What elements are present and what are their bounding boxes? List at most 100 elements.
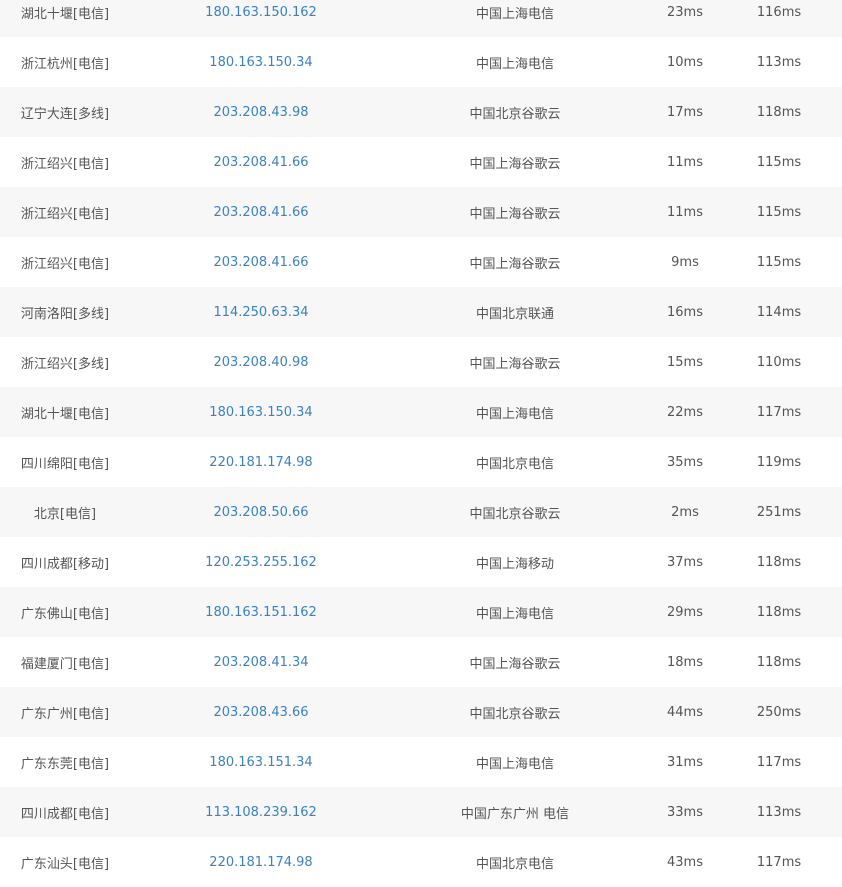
table-row: 浙江绍兴[电信] 203.208.41.66 中国上海谷歌云 9ms 115ms <box>0 237 842 287</box>
table-row: 福建厦门[电信] 203.208.41.34 中国上海谷歌云 18ms 118m… <box>0 637 842 687</box>
response-time: 29ms <box>667 604 703 620</box>
table-row: 广东汕头[电信] 220.181.174.98 中国北京电信 43ms 117m… <box>0 837 842 887</box>
table-row: 河南洛阳[多线] 114.250.63.34 中国北京联通 16ms 114ms <box>0 287 842 337</box>
monitor-location: 四川成都[移动] <box>20 556 110 572</box>
monitor-location: 辽宁大连[多线] <box>20 106 110 122</box>
resolved-ip-link[interactable]: 220.181.174.98 <box>130 855 392 870</box>
table-row: 浙江杭州[电信] 180.163.150.34 中国上海电信 10ms 113m… <box>0 37 842 87</box>
monitor-location: 湖北十堰[电信] <box>20 406 110 422</box>
total-time: 117ms <box>756 404 802 420</box>
table-row: 广东佛山[电信] 180.163.151.162 中国上海电信 29ms 118… <box>0 587 842 637</box>
response-time: 23ms <box>667 4 703 20</box>
response-time: 17ms <box>667 104 703 120</box>
monitor-location: 浙江绍兴[多线] <box>20 356 110 372</box>
resolved-ip-link[interactable]: 220.181.174.98 <box>130 455 392 470</box>
ip-location: 中国上海谷歌云 <box>469 256 561 272</box>
response-time: 16ms <box>667 304 703 320</box>
resolved-ip-link[interactable]: 203.208.40.98 <box>130 355 392 370</box>
resolved-ip-link[interactable]: 203.208.50.66 <box>130 505 392 520</box>
resolved-ip-link[interactable]: 120.253.255.162 <box>130 555 392 570</box>
total-time: 118ms <box>756 654 802 670</box>
resolved-ip-link[interactable]: 180.163.150.34 <box>130 55 392 70</box>
table-row: 浙江绍兴[电信] 203.208.41.66 中国上海谷歌云 11ms 115m… <box>0 137 842 187</box>
total-time: 115ms <box>756 154 802 170</box>
response-time: 43ms <box>667 854 703 870</box>
response-time: 37ms <box>667 554 703 570</box>
resolved-ip-link[interactable]: 113.108.239.162 <box>130 805 392 820</box>
ip-location: 中国上海电信 <box>475 406 554 422</box>
monitor-location: 浙江绍兴[电信] <box>20 156 110 172</box>
ip-location: 中国上海谷歌云 <box>469 356 561 372</box>
monitor-location: 北京[电信] <box>33 506 97 522</box>
response-time: 22ms <box>667 404 703 420</box>
resolved-ip-link[interactable]: 203.208.41.34 <box>130 655 392 670</box>
table-row: 广东广州[电信] 203.208.43.66 中国北京谷歌云 44ms 250m… <box>0 687 842 737</box>
total-time: 118ms <box>756 604 802 620</box>
table-row: 北京[电信] 203.208.50.66 中国北京谷歌云 2ms 251ms <box>0 487 842 537</box>
ip-location: 中国上海电信 <box>475 6 554 22</box>
ip-location: 中国北京电信 <box>475 856 554 872</box>
ip-location: 中国上海谷歌云 <box>469 156 561 172</box>
total-time: 114ms <box>756 304 802 320</box>
ip-location: 中国广东广州 电信 <box>460 806 570 822</box>
resolved-ip-link[interactable]: 180.163.150.34 <box>130 405 392 420</box>
monitor-location: 河南洛阳[多线] <box>20 306 110 322</box>
table-row: 辽宁大连[多线] 203.208.43.98 中国北京谷歌云 17ms 118m… <box>0 87 842 137</box>
resolved-ip-link[interactable]: 180.163.151.162 <box>130 605 392 620</box>
ip-location: 中国上海电信 <box>475 606 554 622</box>
resolved-ip-link[interactable]: 203.208.41.66 <box>130 255 392 270</box>
ip-location: 中国上海移动 <box>475 556 554 572</box>
response-time: 33ms <box>667 804 703 820</box>
monitor-location: 湖北十堰[电信] <box>20 6 110 22</box>
monitor-location: 浙江绍兴[电信] <box>20 206 110 222</box>
monitor-location: 福建厦门[电信] <box>20 656 110 672</box>
table-row: 浙江绍兴[电信] 203.208.41.66 中国上海谷歌云 11ms 115m… <box>0 187 842 237</box>
resolved-ip-link[interactable]: 203.208.43.98 <box>130 105 392 120</box>
total-time: 113ms <box>756 804 802 820</box>
total-time: 118ms <box>756 104 802 120</box>
table-row: 浙江绍兴[多线] 203.208.40.98 中国上海谷歌云 15ms 110m… <box>0 337 842 387</box>
table-row: 四川成都[移动] 120.253.255.162 中国上海移动 37ms 118… <box>0 537 842 587</box>
monitor-location: 广东汕头[电信] <box>20 856 110 872</box>
ping-results-table: 湖北十堰[电信] 180.163.150.162 中国上海电信 23ms 116… <box>0 0 842 887</box>
ip-location: 中国北京谷歌云 <box>469 706 561 722</box>
resolved-ip-link[interactable]: 114.250.63.34 <box>130 305 392 320</box>
total-time: 117ms <box>756 854 802 870</box>
resolved-ip-link[interactable]: 180.163.151.34 <box>130 755 392 770</box>
response-time: 15ms <box>667 354 703 370</box>
table-row: 湖北十堰[电信] 180.163.150.34 中国上海电信 22ms 117m… <box>0 387 842 437</box>
response-time: 44ms <box>667 704 703 720</box>
ip-location: 中国北京谷歌云 <box>469 506 561 522</box>
table-row: 四川成都[电信] 113.108.239.162 中国广东广州 电信 33ms … <box>0 787 842 837</box>
ip-location: 中国上海电信 <box>475 756 554 772</box>
resolved-ip-link[interactable]: 203.208.43.66 <box>130 705 392 720</box>
total-time: 119ms <box>756 454 802 470</box>
response-time: 9ms <box>671 254 699 270</box>
total-time: 250ms <box>756 704 802 720</box>
response-time: 11ms <box>667 204 703 220</box>
total-time: 110ms <box>756 354 802 370</box>
total-time: 115ms <box>756 254 802 270</box>
response-time: 31ms <box>667 754 703 770</box>
total-time: 117ms <box>756 754 802 770</box>
resolved-ip-link[interactable]: 180.163.150.162 <box>130 5 392 20</box>
table-row: 广东东莞[电信] 180.163.151.34 中国上海电信 31ms 117m… <box>0 737 842 787</box>
resolved-ip-link[interactable]: 203.208.41.66 <box>130 205 392 220</box>
total-time: 115ms <box>756 204 802 220</box>
ip-location: 中国北京谷歌云 <box>469 106 561 122</box>
total-time: 118ms <box>756 554 802 570</box>
total-time: 113ms <box>756 54 802 70</box>
ip-location: 中国上海谷歌云 <box>469 206 561 222</box>
monitor-location: 广东广州[电信] <box>20 706 110 722</box>
response-time: 35ms <box>667 454 703 470</box>
response-time: 18ms <box>667 654 703 670</box>
monitor-location: 四川绵阳[电信] <box>20 456 110 472</box>
resolved-ip-link[interactable]: 203.208.41.66 <box>130 155 392 170</box>
monitor-location: 浙江杭州[电信] <box>20 56 110 72</box>
monitor-location: 广东东莞[电信] <box>20 756 110 772</box>
ip-location: 中国北京电信 <box>475 456 554 472</box>
table-row: 四川绵阳[电信] 220.181.174.98 中国北京电信 35ms 119m… <box>0 437 842 487</box>
ip-location: 中国北京联通 <box>475 306 554 322</box>
ip-location: 中国上海谷歌云 <box>469 656 561 672</box>
monitor-location: 广东佛山[电信] <box>20 606 110 622</box>
